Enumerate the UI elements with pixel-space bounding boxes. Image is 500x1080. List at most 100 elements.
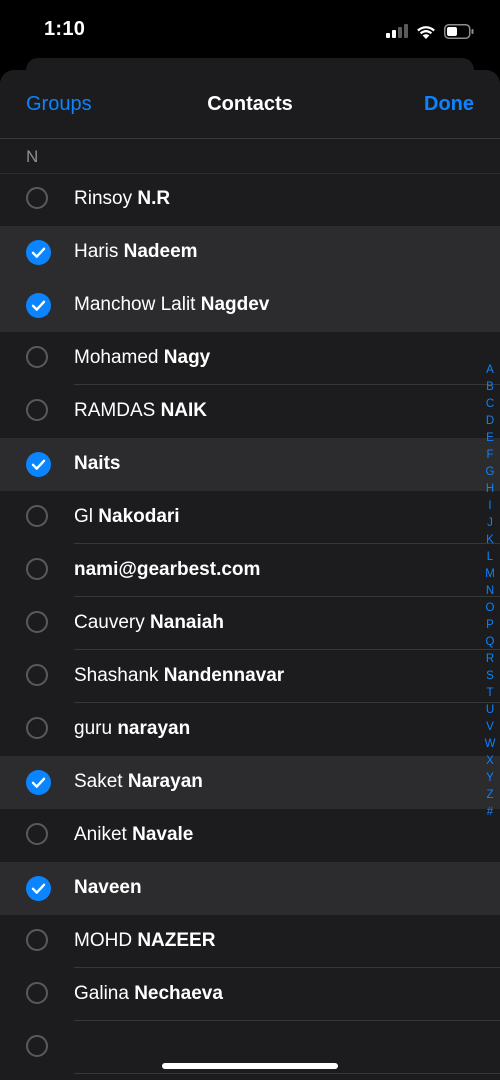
contact-last-name: Nagy xyxy=(163,347,211,368)
contact-first-name: Cauvery xyxy=(74,612,151,633)
contact-last-name: Nanaiah xyxy=(150,612,224,633)
index-letter[interactable]: A xyxy=(486,362,494,379)
index-letter[interactable]: W xyxy=(485,736,496,753)
contact-last-name: Naits xyxy=(74,453,121,474)
contact-row[interactable]: Aniket Navale xyxy=(0,809,500,862)
contact-last-name: NAZEER xyxy=(137,930,216,951)
contact-first-name: Saket xyxy=(74,771,128,792)
contact-last-name: Nadeem xyxy=(123,241,198,262)
contact-row[interactable]: nami@gearbest.com xyxy=(0,544,500,597)
status-bar: 1:10 xyxy=(0,0,500,62)
unselected-circle-icon[interactable] xyxy=(26,346,48,368)
done-button[interactable]: Done xyxy=(424,93,474,116)
unselected-circle-icon[interactable] xyxy=(26,929,48,951)
contact-last-name: Nechaeva xyxy=(134,983,223,1004)
index-letter[interactable]: S xyxy=(486,668,494,685)
contact-first-name: MOHD xyxy=(74,930,138,951)
contact-name: MOHD NAZEER xyxy=(74,930,215,952)
contact-row[interactable]: guru narayan xyxy=(0,703,500,756)
index-letter[interactable]: Q xyxy=(486,634,495,651)
contact-first-name: guru xyxy=(74,718,118,739)
contact-last-name: narayan xyxy=(117,718,191,739)
index-letter[interactable]: D xyxy=(486,413,494,430)
contact-row[interactable]: MOHD NAZEER xyxy=(0,915,500,968)
contact-row[interactable]: Galina Nechaeva xyxy=(0,968,500,1021)
contact-row[interactable]: RAMDAS NAIK xyxy=(0,385,500,438)
contact-name: Naits xyxy=(74,453,120,475)
index-letter[interactable]: K xyxy=(486,532,494,549)
wifi-icon xyxy=(417,25,435,39)
section-header: N xyxy=(0,139,500,174)
contact-name: Saket Narayan xyxy=(74,771,203,793)
contact-row[interactable]: Rinsoy N.R xyxy=(0,173,500,226)
status-icons xyxy=(386,20,474,42)
index-letter[interactable]: T xyxy=(486,685,493,702)
contact-last-name: Nakodari xyxy=(98,506,180,527)
index-letter[interactable]: # xyxy=(487,804,493,821)
index-letter[interactable]: Y xyxy=(486,770,494,787)
index-letter[interactable]: F xyxy=(486,447,493,464)
index-letter[interactable]: P xyxy=(486,617,494,634)
contact-name: guru narayan xyxy=(74,718,190,740)
index-letter[interactable]: Z xyxy=(486,787,493,804)
contact-first-name: Haris xyxy=(74,241,124,262)
index-letter[interactable]: X xyxy=(486,753,494,770)
contact-row[interactable]: Naveen xyxy=(0,862,500,915)
checkmark-selected-icon[interactable] xyxy=(26,876,51,901)
contact-name: Mohamed Nagy xyxy=(74,347,210,369)
unselected-circle-icon[interactable] xyxy=(26,1035,48,1057)
groups-button[interactable]: Groups xyxy=(26,93,92,116)
row-separator xyxy=(74,1073,500,1074)
index-letter[interactable]: V xyxy=(486,719,494,736)
index-letter[interactable]: O xyxy=(486,600,495,617)
index-letter[interactable]: I xyxy=(488,498,491,515)
home-indicator[interactable] xyxy=(162,1063,338,1069)
contact-row[interactable]: Manchow Lalit Nagdev xyxy=(0,279,500,332)
contact-first-name: RAMDAS xyxy=(74,400,161,421)
unselected-circle-icon[interactable] xyxy=(26,982,48,1004)
contact-name: Aniket Navale xyxy=(74,824,193,846)
contacts-sheet: Groups Contacts Done N Rinsoy N.R Haris N… xyxy=(0,70,500,1080)
index-letter[interactable]: L xyxy=(487,549,493,566)
contact-row[interactable]: Haris Nadeem xyxy=(0,226,500,279)
contact-name: Manchow Lalit Nagdev xyxy=(74,294,269,316)
checkmark-selected-icon[interactable] xyxy=(26,240,51,265)
unselected-circle-icon[interactable] xyxy=(26,611,48,633)
contact-row[interactable]: Shashank Nandennavar xyxy=(0,650,500,703)
index-letter[interactable]: H xyxy=(486,481,494,498)
unselected-circle-icon[interactable] xyxy=(26,505,48,527)
contact-first-name: Galina xyxy=(74,983,135,1004)
contact-last-name: nami@gearbest.com xyxy=(74,559,261,580)
contact-row[interactable]: Gl Nakodari xyxy=(0,491,500,544)
contact-row[interactable]: Mohamed Nagy xyxy=(0,332,500,385)
index-letter[interactable]: M xyxy=(485,566,495,583)
unselected-circle-icon[interactable] xyxy=(26,399,48,421)
index-letter[interactable]: C xyxy=(486,396,494,413)
contact-last-name: Nagdev xyxy=(200,294,270,315)
contact-row[interactable]: Cauvery Nanaiah xyxy=(0,597,500,650)
contact-row[interactable]: Saket Narayan xyxy=(0,756,500,809)
unselected-circle-icon[interactable] xyxy=(26,717,48,739)
unselected-circle-icon[interactable] xyxy=(26,823,48,845)
contact-name: nami@gearbest.com xyxy=(74,559,260,581)
index-letter[interactable]: U xyxy=(486,702,494,719)
contact-row[interactable]: Naits xyxy=(0,438,500,491)
section-letter: N xyxy=(26,147,39,166)
index-letter[interactable]: B xyxy=(486,379,494,396)
checkmark-selected-icon[interactable] xyxy=(26,770,51,795)
battery-icon xyxy=(444,23,474,39)
contact-list: Rinsoy N.R Haris Nadeem Manchow Lalit Nagd… xyxy=(0,173,500,1074)
index-letter[interactable]: N xyxy=(486,583,494,600)
unselected-circle-icon[interactable] xyxy=(26,558,48,580)
index-letter[interactable]: G xyxy=(486,464,495,481)
contact-first-name: Aniket xyxy=(74,824,133,845)
index-letter[interactable]: E xyxy=(486,430,494,447)
unselected-circle-icon[interactable] xyxy=(26,187,48,209)
index-letter[interactable]: R xyxy=(486,651,494,668)
contact-last-name: Navale xyxy=(132,824,194,845)
alphabet-index[interactable]: A B C D E F G H I J K L M N O P Q R S T U V W X Y Z # xyxy=(480,362,500,821)
index-letter[interactable]: J xyxy=(487,515,493,532)
unselected-circle-icon[interactable] xyxy=(26,664,48,686)
checkmark-selected-icon[interactable] xyxy=(26,452,51,477)
checkmark-selected-icon[interactable] xyxy=(26,293,51,318)
